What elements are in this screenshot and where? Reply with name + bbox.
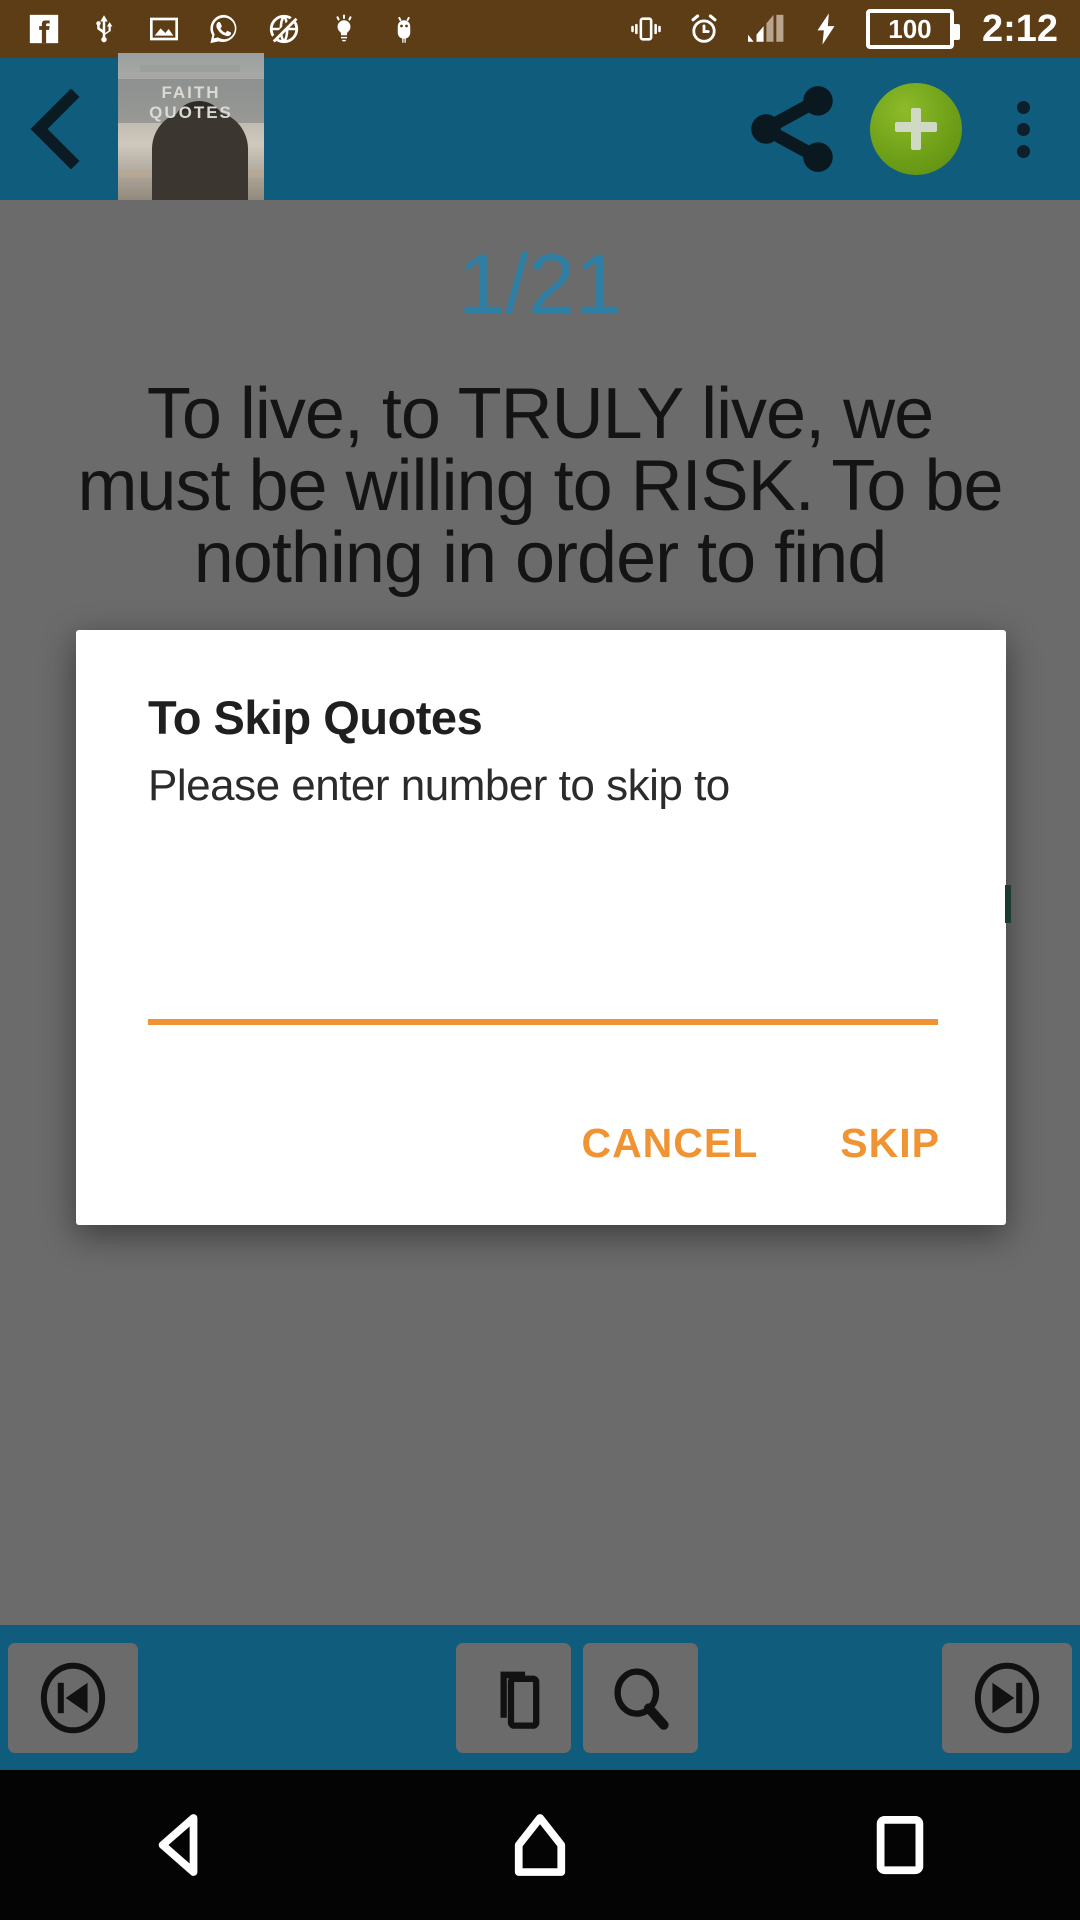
cancel-button[interactable]: CANCEL xyxy=(555,1098,784,1189)
phone-screen: 100 2:12 FAITH QUOTES 1/21 To live, to T… xyxy=(0,0,1080,1920)
nav-home-icon xyxy=(514,1814,566,1876)
skip-button[interactable]: SKIP xyxy=(814,1098,966,1189)
skip-quotes-dialog: To Skip Quotes Please enter number to sk… xyxy=(76,630,1011,1225)
nav-recents-icon xyxy=(876,1815,924,1875)
dialog-message: Please enter number to skip to xyxy=(148,761,730,810)
nav-recents-button[interactable] xyxy=(800,1770,1000,1920)
nav-back-icon xyxy=(158,1814,198,1876)
dialog-edge-artifact xyxy=(1005,885,1011,923)
android-navigation-bar xyxy=(0,1770,1080,1920)
nav-home-button[interactable] xyxy=(440,1770,640,1920)
dialog-action-buttons: CANCEL SKIP xyxy=(555,1098,966,1189)
skip-number-input[interactable] xyxy=(148,930,938,1022)
skip-number-field-wrapper xyxy=(148,930,938,1025)
nav-back-button[interactable] xyxy=(80,1770,280,1920)
input-underline xyxy=(148,1019,938,1025)
dialog-title: To Skip Quotes xyxy=(148,691,483,744)
